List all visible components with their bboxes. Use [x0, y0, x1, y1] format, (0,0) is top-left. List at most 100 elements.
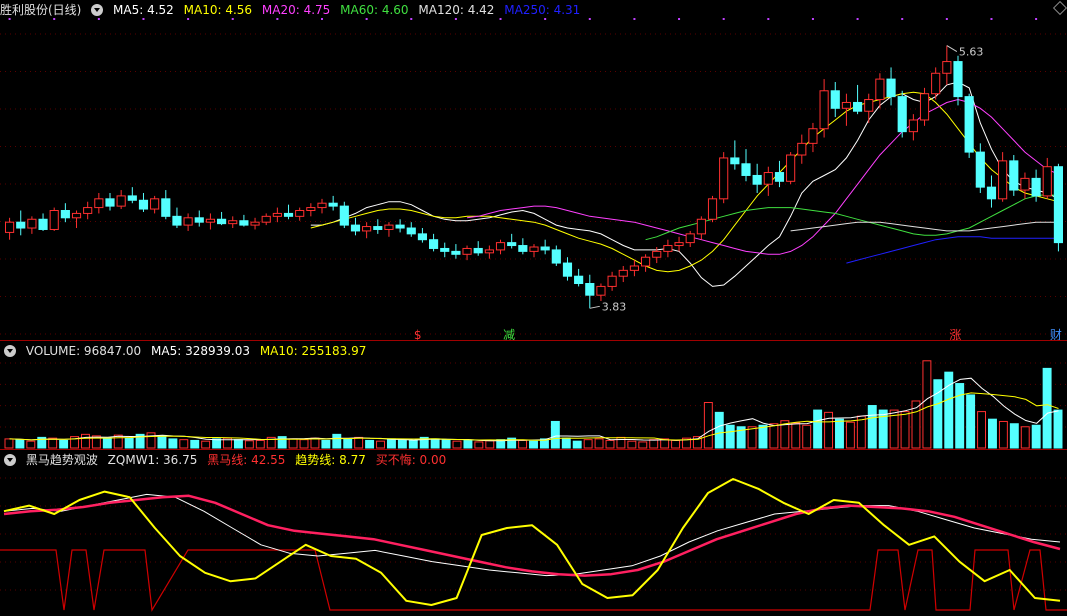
candle: [774, 172, 785, 182]
candle: [730, 157, 740, 165]
price-panel[interactable]: 胜利股份(日线) MA5: 4.52 MA10: 4.56 MA20: 4.75…: [0, 0, 1067, 341]
candle: [763, 172, 773, 185]
buy-signal-line: [0, 549, 1067, 612]
candle: [596, 285, 606, 296]
volume-bar: [955, 383, 965, 449]
indicator-header: 黑马趋势观波 ZQMW1: 36.75 黑马线: 42.55 趋势线: 8.77…: [0, 450, 452, 470]
candle: [350, 224, 361, 232]
candle: [406, 227, 416, 235]
candle: [239, 220, 249, 226]
volume-bar: [26, 440, 36, 449]
volume-bar: [386, 438, 396, 449]
volume-bar: [605, 439, 615, 449]
top-marker: [633, 18, 636, 20]
candle: [373, 226, 383, 230]
volume-bar: [529, 440, 538, 449]
volume-bar: [376, 440, 385, 449]
volume-bar: [867, 405, 877, 449]
volume-bar: [157, 435, 167, 449]
indicator-panel[interactable]: 黑马趋势观波 ZQMW1: 36.75 黑马线: 42.55 趋势线: 8.77…: [0, 450, 1067, 616]
candle: [328, 202, 338, 207]
candle: [886, 78, 896, 98]
ma-line-ma10: [310, 91, 1059, 273]
volume-bar: [791, 422, 801, 449]
volume-bar: [113, 434, 123, 449]
zqmw1-label: ZQMW1: 36.75: [107, 453, 198, 467]
candle: [161, 198, 171, 217]
candle: [696, 218, 706, 235]
candle: [551, 249, 561, 264]
candle: [1031, 177, 1041, 197]
ma60-label: MA60: 4.60: [340, 3, 409, 17]
candle: [272, 212, 282, 217]
candle: [741, 163, 751, 176]
candle: [752, 174, 762, 185]
ma250-label: MA250: 4.31: [504, 3, 581, 17]
low-pointer: [589, 305, 600, 309]
candle: [964, 96, 974, 153]
candle: [897, 96, 907, 133]
price-header: 胜利股份(日线) MA5: 4.52 MA10: 4.56 MA20: 4.75…: [0, 0, 586, 20]
volume-bar: [190, 439, 200, 449]
dropdown-icon[interactable]: [4, 344, 16, 357]
price-title: 胜利股份(日线): [0, 3, 82, 17]
candle: [1042, 166, 1052, 197]
candle: [629, 265, 639, 271]
top-marker: [990, 18, 993, 20]
volume-bar: [627, 440, 637, 449]
volume-bar: [354, 436, 364, 449]
candle: [417, 233, 427, 241]
volume-bar: [725, 424, 735, 449]
buy-label: 买不悔: 0.00: [375, 453, 447, 467]
candle: [194, 217, 204, 223]
candle: [1009, 160, 1019, 191]
candle: [953, 61, 963, 98]
candle: [830, 90, 840, 109]
candle: [339, 205, 349, 226]
candle: [217, 218, 227, 225]
volume-bar: [463, 439, 473, 449]
candle: [71, 212, 82, 219]
dropdown-icon[interactable]: [4, 453, 16, 466]
candle: [306, 207, 316, 212]
volume-bar: [616, 436, 626, 449]
candle: [49, 210, 59, 230]
candle: [27, 218, 37, 229]
volume-bar: [1042, 367, 1052, 449]
candle: [540, 246, 550, 251]
candle: [719, 157, 729, 200]
candle: [607, 275, 617, 287]
candle: [685, 233, 695, 244]
volume-bar: [365, 439, 375, 449]
volume-bar: [299, 439, 309, 449]
top-marker: [678, 18, 681, 20]
low-label: 3.83: [602, 300, 627, 313]
candle: [707, 198, 718, 220]
candle: [484, 249, 494, 254]
candle: [853, 101, 863, 112]
candle: [261, 215, 271, 223]
candle: [16, 221, 26, 229]
high-label: 5.63: [959, 46, 984, 59]
volume-bar: [988, 418, 997, 449]
volume-bar: [977, 411, 987, 449]
candle: [384, 224, 394, 230]
dropdown-icon[interactable]: [91, 3, 104, 16]
volume-header: VOLUME: 96847.00 MA5: 328939.03 MA10: 25…: [0, 341, 372, 361]
candle: [495, 242, 506, 251]
volume-bar: [714, 411, 724, 449]
volume-bar: [933, 379, 943, 449]
candle: [942, 61, 952, 74]
volume-bar: [332, 433, 342, 449]
ma-line-ma5: [310, 81, 1059, 287]
candle: [94, 198, 104, 209]
candle: [574, 275, 584, 285]
candle: [986, 186, 997, 200]
candle: [618, 269, 628, 277]
top-marker: [588, 18, 591, 20]
trend-label: 趋势线: 8.77: [295, 453, 366, 467]
candle: [395, 224, 405, 229]
volume-panel[interactable]: VOLUME: 96847.00 MA5: 328939.03 MA10: 25…: [0, 341, 1067, 450]
candle: [473, 247, 483, 254]
volume-bar: [408, 439, 418, 449]
